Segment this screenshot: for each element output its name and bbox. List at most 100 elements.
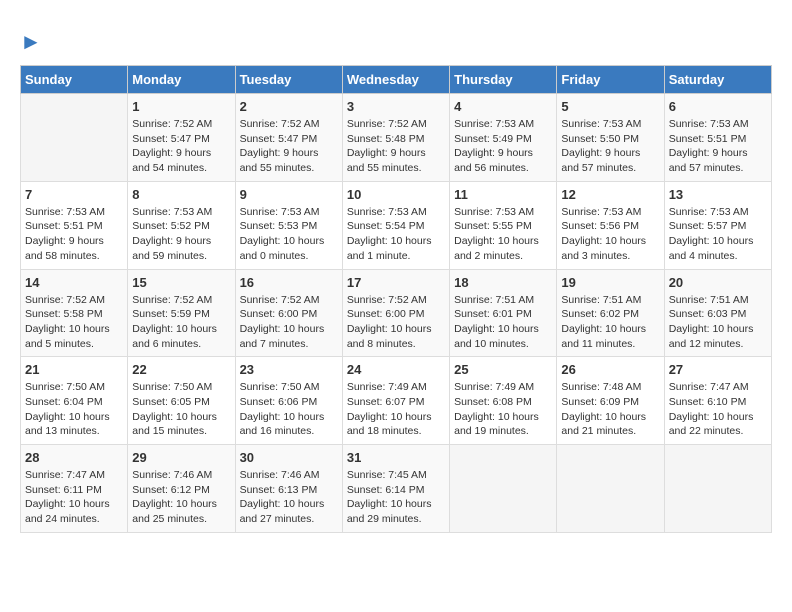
calendar-cell: 9 Sunrise: 7:53 AMSunset: 5:53 PMDaylight… [235, 181, 342, 269]
calendar-cell: 8 Sunrise: 7:53 AMSunset: 5:52 PMDaylight… [128, 181, 235, 269]
day-info: Sunrise: 7:45 AMSunset: 6:14 PMDaylight:… [347, 468, 445, 527]
calendar-cell: 16 Sunrise: 7:52 AMSunset: 6:00 PMDayligh… [235, 269, 342, 357]
calendar-cell: 21 Sunrise: 7:50 AMSunset: 6:04 PMDayligh… [21, 357, 128, 445]
day-number: 25 [454, 362, 552, 377]
day-number: 17 [347, 275, 445, 290]
calendar-cell [450, 445, 557, 533]
day-info: Sunrise: 7:46 AMSunset: 6:13 PMDaylight:… [240, 468, 338, 527]
day-number: 2 [240, 99, 338, 114]
day-number: 12 [561, 187, 659, 202]
logo-bird-icon: ► [20, 29, 42, 55]
day-number: 13 [669, 187, 767, 202]
day-number: 20 [669, 275, 767, 290]
day-info: Sunrise: 7:50 AMSunset: 6:05 PMDaylight:… [132, 380, 230, 439]
day-info: Sunrise: 7:46 AMSunset: 6:12 PMDaylight:… [132, 468, 230, 527]
calendar-cell: 15Sunrise: 7:52 AMSunset: 5:59 PMDayligh… [128, 269, 235, 357]
day-info: Sunrise: 7:53 AMSunset: 5:52 PMDaylight:… [132, 205, 230, 264]
day-info: Sunrise: 7:53 AMSunset: 5:53 PMDaylight:… [240, 205, 338, 264]
calendar-cell [21, 94, 128, 182]
day-number: 21 [25, 362, 123, 377]
day-info: Sunrise: 7:53 AMSunset: 5:51 PMDaylight:… [25, 205, 123, 264]
day-info: Sunrise: 7:51 AMSunset: 6:03 PMDaylight:… [669, 293, 767, 352]
column-header-sunday: Sunday [21, 66, 128, 94]
day-info: Sunrise: 7:47 AMSunset: 6:11 PMDaylight:… [25, 468, 123, 527]
day-number: 22 [132, 362, 230, 377]
day-number: 24 [347, 362, 445, 377]
day-number: 30 [240, 450, 338, 465]
column-header-wednesday: Wednesday [342, 66, 449, 94]
calendar-cell: 10 Sunrise: 7:53 AMSunset: 5:54 PMDayligh… [342, 181, 449, 269]
calendar-cell: 2 Sunrise: 7:52 AMSunset: 5:47 PMDaylight… [235, 94, 342, 182]
calendar-cell: 19Sunrise: 7:51 AMSunset: 6:02 PMDayligh… [557, 269, 664, 357]
day-number: 23 [240, 362, 338, 377]
calendar-cell: 30 Sunrise: 7:46 AMSunset: 6:13 PMDayligh… [235, 445, 342, 533]
calendar-cell: 29 Sunrise: 7:46 AMSunset: 6:12 PMDayligh… [128, 445, 235, 533]
day-number: 16 [240, 275, 338, 290]
day-info: Sunrise: 7:49 AMSunset: 6:08 PMDaylight:… [454, 380, 552, 439]
calendar-week-row: 7 Sunrise: 7:53 AMSunset: 5:51 PMDaylight… [21, 181, 772, 269]
calendar-cell: 14Sunrise: 7:52 AMSunset: 5:58 PMDayligh… [21, 269, 128, 357]
day-number: 11 [454, 187, 552, 202]
calendar-cell: 4Sunrise: 7:53 AMSunset: 5:49 PMDaylight… [450, 94, 557, 182]
day-info: Sunrise: 7:52 AMSunset: 5:47 PMDaylight:… [240, 117, 338, 176]
day-number: 9 [240, 187, 338, 202]
day-number: 1 [132, 99, 230, 114]
calendar-week-row: 28 Sunrise: 7:47 AMSunset: 6:11 PMDayligh… [21, 445, 772, 533]
day-info: Sunrise: 7:52 AMSunset: 6:00 PMDaylight:… [240, 293, 338, 352]
day-info: Sunrise: 7:53 AMSunset: 5:54 PMDaylight:… [347, 205, 445, 264]
day-number: 5 [561, 99, 659, 114]
day-info: Sunrise: 7:50 AMSunset: 6:04 PMDaylight:… [25, 380, 123, 439]
day-number: 4 [454, 99, 552, 114]
day-info: Sunrise: 7:47 AMSunset: 6:10 PMDaylight:… [669, 380, 767, 439]
calendar-cell: 12 Sunrise: 7:53 AMSunset: 5:56 PMDayligh… [557, 181, 664, 269]
day-info: Sunrise: 7:51 AMSunset: 6:01 PMDaylight:… [454, 293, 552, 352]
calendar-cell: 25 Sunrise: 7:49 AMSunset: 6:08 PMDayligh… [450, 357, 557, 445]
column-header-saturday: Saturday [664, 66, 771, 94]
calendar-cell: 27 Sunrise: 7:47 AMSunset: 6:10 PMDayligh… [664, 357, 771, 445]
day-number: 28 [25, 450, 123, 465]
logo: ► [20, 29, 42, 55]
day-info: Sunrise: 7:53 AMSunset: 5:51 PMDaylight:… [669, 117, 767, 176]
day-number: 26 [561, 362, 659, 377]
calendar-cell: 11Sunrise: 7:53 AMSunset: 5:55 PMDayligh… [450, 181, 557, 269]
day-info: Sunrise: 7:50 AMSunset: 6:06 PMDaylight:… [240, 380, 338, 439]
day-number: 31 [347, 450, 445, 465]
calendar-week-row: 1 Sunrise: 7:52 AMSunset: 5:47 PMDaylight… [21, 94, 772, 182]
calendar-cell: 5 Sunrise: 7:53 AMSunset: 5:50 PMDaylight… [557, 94, 664, 182]
day-number: 19 [561, 275, 659, 290]
day-info: Sunrise: 7:52 AMSunset: 5:58 PMDaylight:… [25, 293, 123, 352]
column-header-tuesday: Tuesday [235, 66, 342, 94]
calendar-cell: 13 Sunrise: 7:53 AMSunset: 5:57 PMDayligh… [664, 181, 771, 269]
calendar-cell: 17 Sunrise: 7:52 AMSunset: 6:00 PMDayligh… [342, 269, 449, 357]
day-info: Sunrise: 7:53 AMSunset: 5:56 PMDaylight:… [561, 205, 659, 264]
day-number: 7 [25, 187, 123, 202]
calendar-cell: 1Sunrise: 7:52 AMSunset: 5:47 PMDaylight… [128, 94, 235, 182]
calendar-cell: 6 Sunrise: 7:53 AMSunset: 5:51 PMDaylight… [664, 94, 771, 182]
day-number: 27 [669, 362, 767, 377]
column-header-monday: Monday [128, 66, 235, 94]
column-header-friday: Friday [557, 66, 664, 94]
calendar-cell: 22 Sunrise: 7:50 AMSunset: 6:05 PMDayligh… [128, 357, 235, 445]
day-number: 29 [132, 450, 230, 465]
calendar-cell: 3 Sunrise: 7:52 AMSunset: 5:48 PMDaylight… [342, 94, 449, 182]
calendar-cell [664, 445, 771, 533]
day-number: 8 [132, 187, 230, 202]
day-number: 18 [454, 275, 552, 290]
day-info: Sunrise: 7:49 AMSunset: 6:07 PMDaylight:… [347, 380, 445, 439]
page-header: ► [20, 24, 772, 55]
calendar-cell: 7 Sunrise: 7:53 AMSunset: 5:51 PMDaylight… [21, 181, 128, 269]
day-info: Sunrise: 7:52 AMSunset: 5:48 PMDaylight:… [347, 117, 445, 176]
calendar-header-row: SundayMondayTuesdayWednesdayThursdayFrid… [21, 66, 772, 94]
calendar-cell: 20 Sunrise: 7:51 AMSunset: 6:03 PMDayligh… [664, 269, 771, 357]
calendar-cell [557, 445, 664, 533]
calendar-cell: 18 Sunrise: 7:51 AMSunset: 6:01 PMDayligh… [450, 269, 557, 357]
day-info: Sunrise: 7:52 AMSunset: 6:00 PMDaylight:… [347, 293, 445, 352]
calendar-cell: 28 Sunrise: 7:47 AMSunset: 6:11 PMDayligh… [21, 445, 128, 533]
day-number: 10 [347, 187, 445, 202]
day-info: Sunrise: 7:48 AMSunset: 6:09 PMDaylight:… [561, 380, 659, 439]
day-info: Sunrise: 7:53 AMSunset: 5:50 PMDaylight:… [561, 117, 659, 176]
calendar-week-row: 21 Sunrise: 7:50 AMSunset: 6:04 PMDayligh… [21, 357, 772, 445]
day-number: 3 [347, 99, 445, 114]
day-info: Sunrise: 7:53 AMSunset: 5:57 PMDaylight:… [669, 205, 767, 264]
day-number: 6 [669, 99, 767, 114]
